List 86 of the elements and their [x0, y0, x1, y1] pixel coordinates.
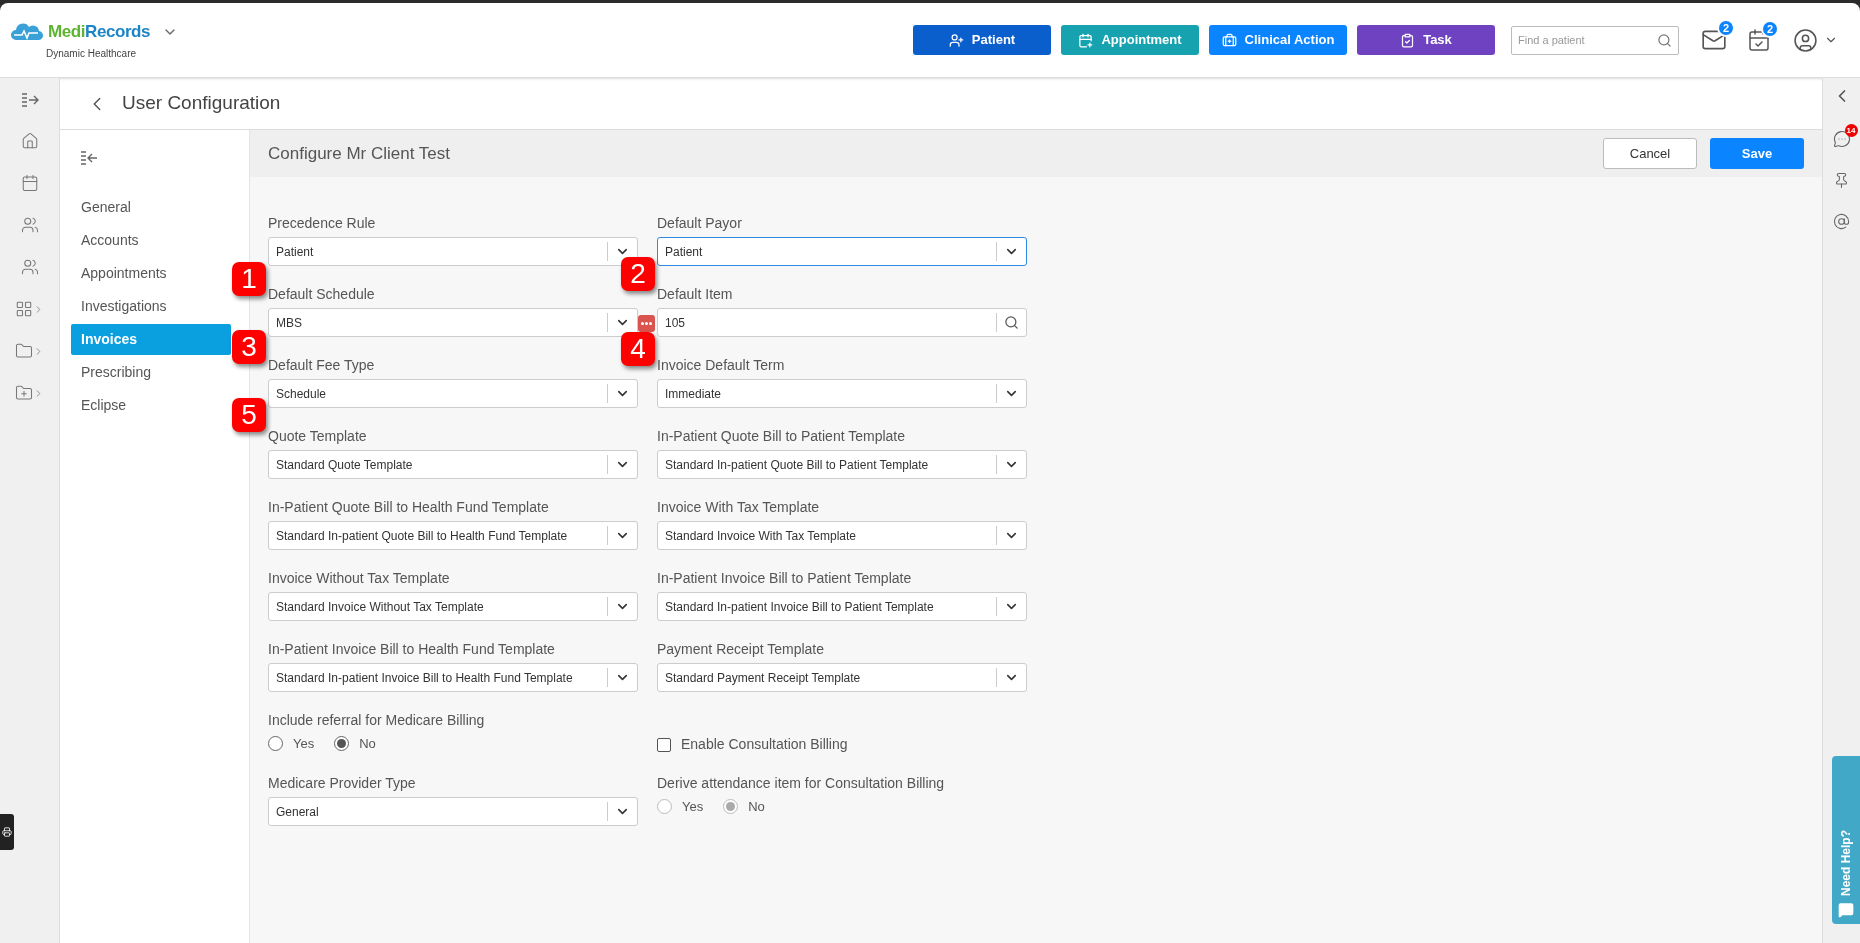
dropdown-field[interactable]: Standard In-patient Quote Bill to Health Fund Template: [268, 521, 638, 550]
callout-number: 1: [232, 262, 266, 296]
nav-item[interactable]: General: [71, 192, 231, 223]
chat-bubble-icon: [1838, 902, 1854, 918]
dropdown-field[interactable]: Schedule: [268, 379, 638, 408]
user-avatar-icon[interactable]: [1793, 27, 1818, 53]
field-label: Include referral for Medicare Billing: [268, 711, 486, 729]
search-field[interactable]: 105: [657, 308, 1027, 337]
checkbox[interactable]: [657, 737, 671, 752]
grid-icon[interactable]: [15, 300, 33, 318]
field-label: Default Payor: [657, 214, 743, 232]
more-button[interactable]: [638, 315, 655, 332]
patient-search-field[interactable]: Find a patient: [1511, 25, 1679, 55]
field-label: Medicare Provider Type: [268, 774, 417, 792]
nav-item[interactable]: Eclipse: [71, 390, 231, 421]
radio-label: No: [748, 798, 765, 816]
callout-number: 3: [232, 330, 266, 364]
dropdown-field[interactable]: Patient: [657, 237, 1027, 266]
people-icon[interactable]: [20, 216, 39, 234]
field-label: Payment Receipt Template: [657, 640, 826, 658]
field-label: In-Patient Invoice Bill to Patient Template: [657, 569, 913, 587]
dropdown-field[interactable]: Standard Quote Template: [268, 450, 638, 479]
dropdown-field[interactable]: Standard In-patient Quote Bill to Patient Template: [657, 450, 1027, 479]
printer-icon: [2, 827, 12, 837]
radio-label: No: [359, 735, 376, 753]
action-button[interactable]: Clinical Action: [1209, 25, 1347, 55]
callout-number: 4: [621, 332, 655, 366]
field-label: Default Item: [657, 285, 734, 303]
radio-button[interactable]: [334, 736, 350, 752]
count-badge: 14: [1844, 124, 1858, 137]
action-button[interactable]: Task: [1357, 25, 1495, 55]
field-label: Precedence Rule: [268, 214, 377, 232]
nav-item[interactable]: Appointments: [71, 258, 231, 289]
dropdown-field[interactable]: General: [268, 797, 638, 826]
callout-number: 2: [621, 257, 655, 291]
radio-button[interactable]: [268, 736, 283, 752]
appointment-action-icon: [1078, 32, 1094, 48]
calendar-icon[interactable]: [20, 174, 39, 192]
field-label: Derive attendance item for Consultation Billing: [657, 774, 946, 792]
page-title: User Configuration: [122, 91, 281, 116]
collapse-menu-icon[interactable]: [80, 150, 98, 166]
dropdown-field[interactable]: Standard Payment Receipt Template: [657, 663, 1027, 692]
section-title: Configure Mr Client Test: [268, 142, 452, 165]
field-label: Default Schedule: [268, 285, 376, 303]
dropdown-field[interactable]: MBS: [268, 308, 638, 337]
save-button[interactable]: Save: [1710, 138, 1804, 169]
task-action-icon: [1400, 32, 1416, 48]
nav-item[interactable]: Accounts: [71, 225, 231, 256]
logo-subtitle: Dynamic Healthcare: [46, 47, 138, 62]
count-badge: 2: [1760, 20, 1779, 38]
people-icon[interactable]: [20, 258, 39, 276]
field-label: In-Patient Quote Bill to Patient Template: [657, 427, 906, 445]
field-label: Invoice Without Tax Template: [268, 569, 451, 587]
field-label: Invoice Default Term: [657, 356, 786, 374]
dropdown-field[interactable]: Standard Invoice Without Tax Template: [268, 592, 638, 621]
dropdown-field[interactable]: Standard In-patient Invoice Bill to Health Fund Template: [268, 663, 638, 692]
dropdown-field[interactable]: Standard In-patient Invoice Bill to Patient Template: [657, 592, 1027, 621]
field-label: Invoice With Tax Template: [657, 498, 821, 516]
count-badge: 2: [1716, 19, 1735, 37]
field-label: In-Patient Invoice Bill to Health Fund Template: [268, 640, 556, 658]
home-icon[interactable]: [20, 132, 39, 150]
side-tab[interactable]: [0, 814, 14, 850]
checkbox-label: Enable Consultation Billing: [681, 735, 848, 754]
folder-add-icon[interactable]: [15, 384, 33, 402]
field-label: In-Patient Quote Bill to Health Fund Template: [268, 498, 550, 516]
dropdown-field[interactable]: Standard Invoice With Tax Template: [657, 521, 1027, 550]
cancel-button[interactable]: Cancel: [1603, 138, 1697, 169]
pin-icon[interactable]: [1833, 172, 1850, 189]
cloud-logo-icon: [10, 21, 44, 42]
nav-item[interactable]: Investigations: [71, 291, 231, 322]
expand-menu-icon[interactable]: [20, 92, 39, 108]
folder-icon[interactable]: [15, 342, 33, 360]
logo-text: MediRecords: [48, 20, 151, 43]
callout-number: 5: [232, 398, 266, 432]
nav-item[interactable]: Prescribing: [71, 357, 231, 388]
dropdown-field[interactable]: Immediate: [657, 379, 1027, 408]
mention-icon[interactable]: [1833, 213, 1850, 230]
radio-label: Yes: [293, 735, 315, 753]
field-label: Default Fee Type: [268, 356, 376, 374]
field-label: Quote Template: [268, 427, 368, 445]
clinical-action-icon: [1221, 32, 1237, 48]
action-button[interactable]: Patient: [913, 25, 1051, 55]
search-icon: [1004, 315, 1019, 330]
radio-label: Yes: [682, 798, 704, 816]
patient-action-icon: [948, 32, 964, 48]
search-icon: [1657, 32, 1672, 48]
